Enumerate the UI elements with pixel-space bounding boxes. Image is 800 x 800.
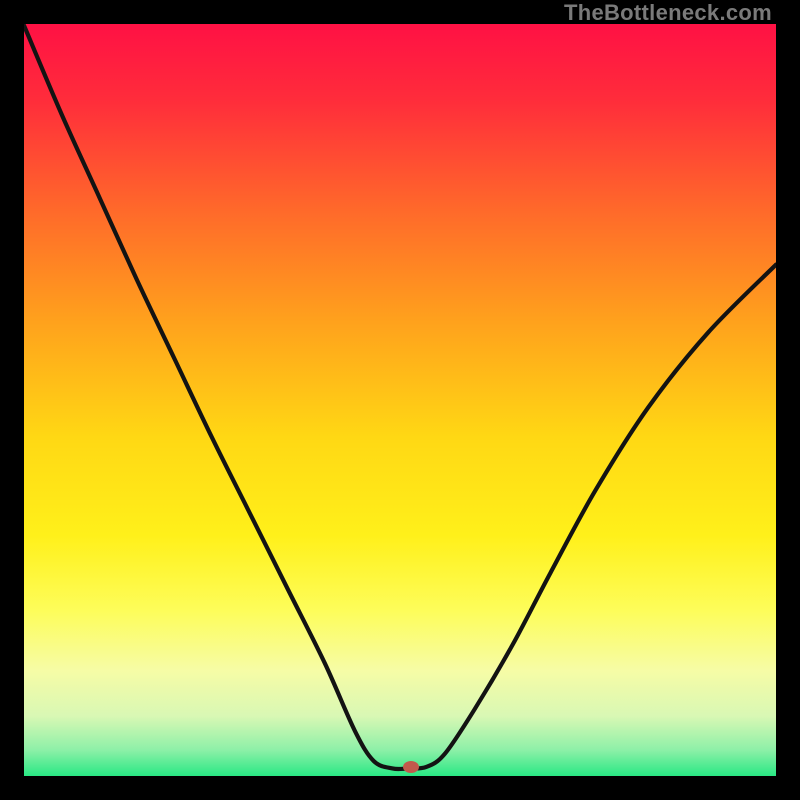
bottleneck-curve [24, 24, 776, 776]
minimum-marker [403, 761, 419, 773]
chart-container: TheBottleneck.com [0, 0, 800, 800]
plot-area [24, 24, 776, 776]
watermark-text: TheBottleneck.com [564, 0, 772, 26]
